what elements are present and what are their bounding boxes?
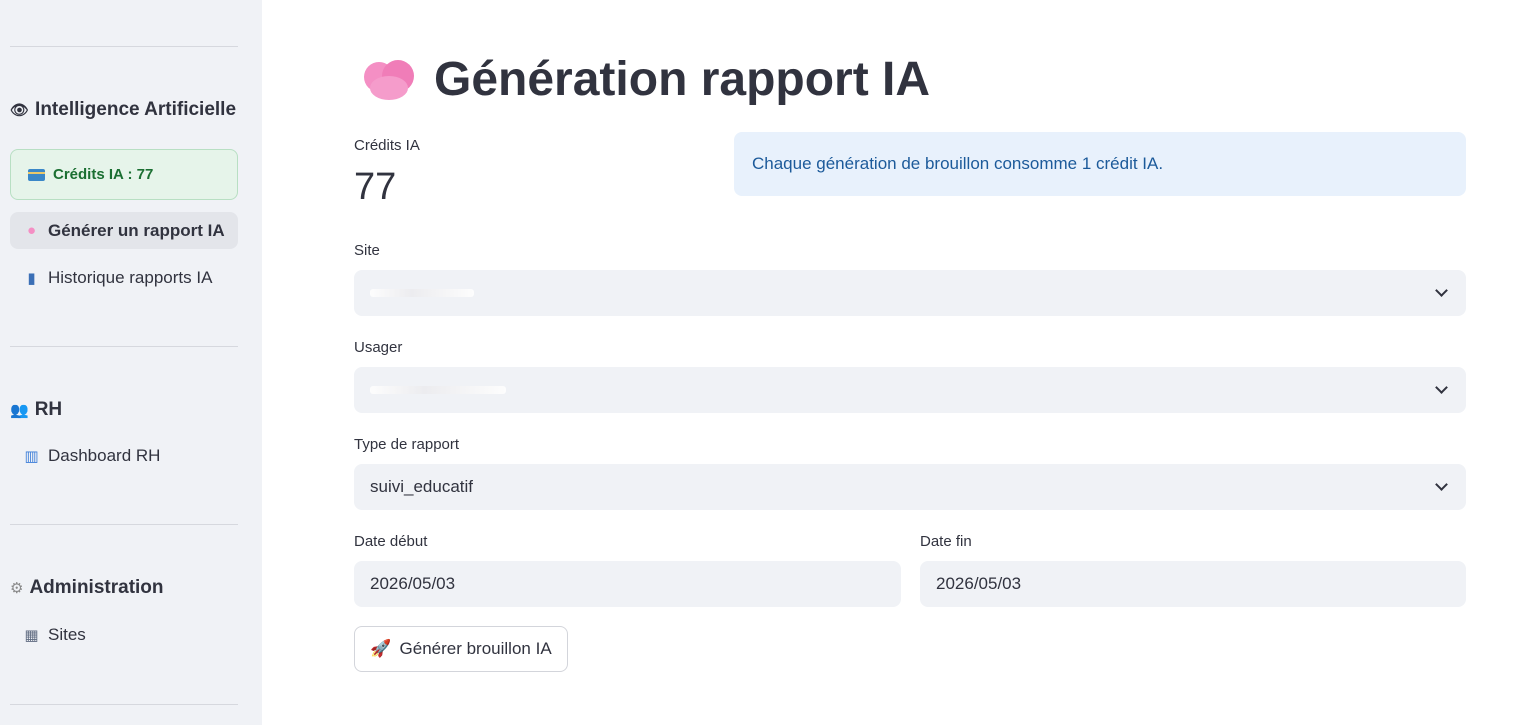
redacted-value	[370, 289, 474, 297]
bar-chart-icon: ▥	[24, 447, 39, 465]
credit-card-icon	[28, 168, 45, 181]
page-title: Génération rapport IA	[362, 52, 930, 107]
gear-icon: ⚙	[10, 580, 24, 597]
date-debut-label: Date début	[354, 533, 428, 550]
books-icon: ▮	[27, 269, 36, 287]
chevron-down-icon	[1435, 284, 1448, 297]
building-icon: ▦	[24, 626, 39, 644]
chevron-down-icon	[1435, 381, 1448, 394]
credits-metric-value: 77	[354, 166, 397, 208]
credits-badge: Crédits IA : 77	[10, 149, 238, 200]
type-rapport-label: Type de rapport	[354, 436, 460, 453]
sidebar-item-generer-rapport[interactable]: ● Générer un rapport IA	[10, 212, 238, 249]
rocket-icon: 🚀	[370, 639, 392, 658]
section-heading-administration: ⚙ Administration	[10, 577, 164, 598]
section-heading-rh: 👥 RH	[10, 399, 63, 420]
site-select[interactable]	[354, 270, 1466, 316]
date-fin-input[interactable]: 2026/05/03	[920, 561, 1466, 607]
info-alert: Chaque génération de brouillon consomme …	[734, 132, 1466, 196]
people-icon: 👥	[10, 402, 29, 419]
eye-icon: 👁	[10, 102, 30, 119]
sidebar-item-historique[interactable]: ▮ Historique rapports IA	[10, 259, 238, 296]
sidebar-item-dashboard-rh[interactable]: ▥ Dashboard RH	[10, 437, 238, 474]
sidebar-divider	[10, 704, 238, 705]
sidebar: 👁 Intelligence Artificielle Crédits IA :…	[0, 0, 262, 725]
sidebar-divider	[10, 46, 238, 47]
date-fin-label: Date fin	[920, 533, 972, 550]
chevron-down-icon	[1435, 478, 1448, 491]
sidebar-divider	[10, 346, 238, 347]
usager-label: Usager	[354, 339, 403, 356]
brain-icon: ●	[26, 222, 37, 239]
brain-icon	[362, 56, 416, 104]
sidebar-divider	[10, 524, 238, 525]
sidebar-item-sites[interactable]: ▦ Sites	[10, 616, 238, 653]
generer-brouillon-button[interactable]: 🚀 Générer brouillon IA	[354, 626, 568, 672]
redacted-value	[370, 386, 506, 394]
section-heading-ia: 👁 Intelligence Artificielle	[10, 99, 237, 120]
info-alert-text: Chaque génération de brouillon consomme …	[752, 154, 1164, 173]
site-label: Site	[354, 242, 380, 259]
type-rapport-select[interactable]: suivi_educatif	[354, 464, 1466, 510]
usager-select[interactable]	[354, 367, 1466, 413]
date-debut-input[interactable]: 2026/05/03	[354, 561, 901, 607]
credits-metric-label: Crédits IA	[354, 137, 420, 154]
